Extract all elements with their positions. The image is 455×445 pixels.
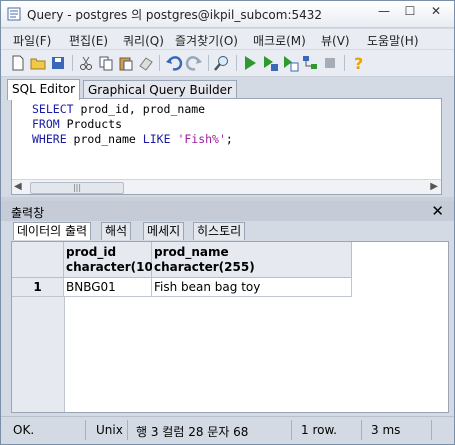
status-text: OK. bbox=[13, 423, 35, 437]
scroll-right-icon[interactable]: ▶ bbox=[430, 181, 438, 192]
menu-edit[interactable]: 편집(E) bbox=[69, 32, 108, 49]
cut-icon[interactable] bbox=[77, 54, 95, 72]
clear-icon[interactable] bbox=[137, 54, 155, 72]
paste-icon[interactable] bbox=[117, 54, 135, 72]
menu-query[interactable]: 쿼리(Q) bbox=[123, 32, 164, 49]
status-separator bbox=[85, 420, 86, 440]
row-header-corner[interactable] bbox=[12, 242, 64, 278]
menu-help[interactable]: 도움말(H) bbox=[367, 32, 419, 49]
tab-data-output[interactable]: 데이터의 출력 bbox=[13, 222, 92, 240]
tab-sql-editor[interactable]: SQL Editor bbox=[7, 79, 81, 100]
sql-keyword: FROM bbox=[32, 117, 60, 131]
minimize-button[interactable]: — bbox=[373, 4, 395, 22]
scroll-thumb[interactable]: ||| bbox=[30, 182, 124, 194]
column-header-prod-id[interactable]: prod_id character(10) bbox=[64, 242, 159, 278]
menu-file[interactable]: 파일(F) bbox=[13, 32, 51, 49]
status-separator bbox=[291, 420, 292, 440]
table-cell[interactable]: BNBG01 bbox=[64, 278, 152, 297]
tab-explain[interactable]: 해석 bbox=[101, 222, 132, 240]
status-separator bbox=[361, 420, 362, 440]
sql-keyword: WHERE bbox=[32, 132, 67, 146]
close-button[interactable]: ✕ bbox=[425, 4, 447, 22]
column-name: prod_id bbox=[66, 245, 117, 259]
menu-bar: 파일(F) 편집(E) 쿼리(Q) 즐겨찾기(O) 매크로(M) 뷰(V) 도움… bbox=[1, 29, 454, 49]
explain-icon[interactable] bbox=[301, 54, 319, 72]
toolbar: ? bbox=[1, 50, 454, 77]
toolbar-separator bbox=[236, 55, 237, 71]
query-app-icon bbox=[7, 7, 21, 21]
cursor-position-status: 행 3 컬럼 28 문자 68 bbox=[136, 425, 249, 439]
sql-text: prod_name bbox=[66, 132, 143, 146]
new-file-icon[interactable] bbox=[9, 54, 27, 72]
sql-keyword: LIKE bbox=[142, 132, 171, 146]
horizontal-scrollbar[interactable]: ◀ ||| ▶ bbox=[12, 179, 441, 194]
execute-icon[interactable] bbox=[241, 54, 259, 72]
copy-icon[interactable] bbox=[97, 54, 115, 72]
status-bar: OK. Unix 행 3 컬럼 28 문자 68 1 row. 3 ms bbox=[1, 416, 454, 444]
menu-macros[interactable]: 매크로(M) bbox=[253, 32, 306, 49]
stop-icon[interactable] bbox=[321, 54, 339, 72]
window-title: Query - postgres 의 postgres@ikpil_subcom… bbox=[27, 8, 323, 22]
sql-text: prod_id, prod_name bbox=[73, 102, 206, 116]
toolbar-separator bbox=[159, 55, 160, 71]
menu-favourites[interactable]: 즐겨찾기(O) bbox=[175, 32, 238, 49]
tab-graphical-query-builder[interactable]: Graphical Query Builder bbox=[83, 80, 237, 99]
toolbar-separator bbox=[208, 55, 209, 71]
tab-history[interactable]: 히스토리 bbox=[193, 222, 246, 240]
row-number[interactable]: 1 bbox=[12, 278, 64, 297]
title-bar: Query - postgres 의 postgres@ikpil_subcom… bbox=[1, 1, 454, 28]
help-icon[interactable]: ? bbox=[349, 54, 367, 72]
sql-keyword: SELECT bbox=[32, 102, 74, 116]
column-type: character(255) bbox=[154, 260, 255, 274]
sql-text: Products bbox=[59, 117, 123, 131]
toolbar-separator bbox=[344, 55, 345, 71]
sql-text: ; bbox=[225, 132, 233, 146]
column-header-prod-name[interactable]: prod_name character(255) bbox=[152, 242, 352, 278]
column-name: prod_name bbox=[154, 245, 229, 259]
status-separator bbox=[127, 420, 128, 440]
query-window: Query - postgres 의 postgres@ikpil_subcom… bbox=[0, 0, 455, 445]
svg-text:?: ? bbox=[354, 54, 363, 72]
sql-string: 'Fish%' bbox=[177, 132, 226, 146]
open-folder-icon[interactable] bbox=[29, 54, 47, 72]
column-type: character(10) bbox=[66, 260, 159, 274]
undo-icon[interactable] bbox=[165, 54, 183, 72]
close-output-icon[interactable]: ✕ bbox=[431, 202, 444, 220]
row-header-area bbox=[12, 297, 65, 412]
output-pane-title: 출력창 bbox=[11, 206, 45, 220]
maximize-button[interactable]: ☐ bbox=[399, 4, 421, 22]
sql-editor[interactable]: SELECT prod_id, prod_name FROM Products … bbox=[11, 98, 442, 195]
tab-messages[interactable]: 메세지 bbox=[143, 222, 185, 240]
find-icon[interactable] bbox=[213, 54, 231, 72]
save-icon[interactable] bbox=[49, 54, 67, 72]
menu-view[interactable]: 뷰(V) bbox=[321, 32, 350, 49]
row-count-status: 1 row. bbox=[301, 423, 337, 437]
status-separator bbox=[431, 420, 432, 440]
scroll-left-icon[interactable]: ◀ bbox=[14, 181, 22, 192]
table-cell[interactable]: Fish bean bag toy bbox=[152, 278, 352, 297]
output-pane-header: 출력창 ✕ bbox=[1, 201, 454, 221]
execution-time-status: 3 ms bbox=[371, 423, 401, 437]
execute-pgscript-icon[interactable] bbox=[261, 54, 279, 72]
line-ending-status: Unix bbox=[96, 423, 123, 437]
results-grid: prod_id character(10) prod_name characte… bbox=[11, 241, 449, 413]
execute-to-file-icon[interactable] bbox=[281, 54, 299, 72]
sql-code[interactable]: SELECT prod_id, prod_name FROM Products … bbox=[32, 102, 233, 147]
redo-icon[interactable] bbox=[185, 54, 203, 72]
toolbar-separator bbox=[72, 55, 73, 71]
